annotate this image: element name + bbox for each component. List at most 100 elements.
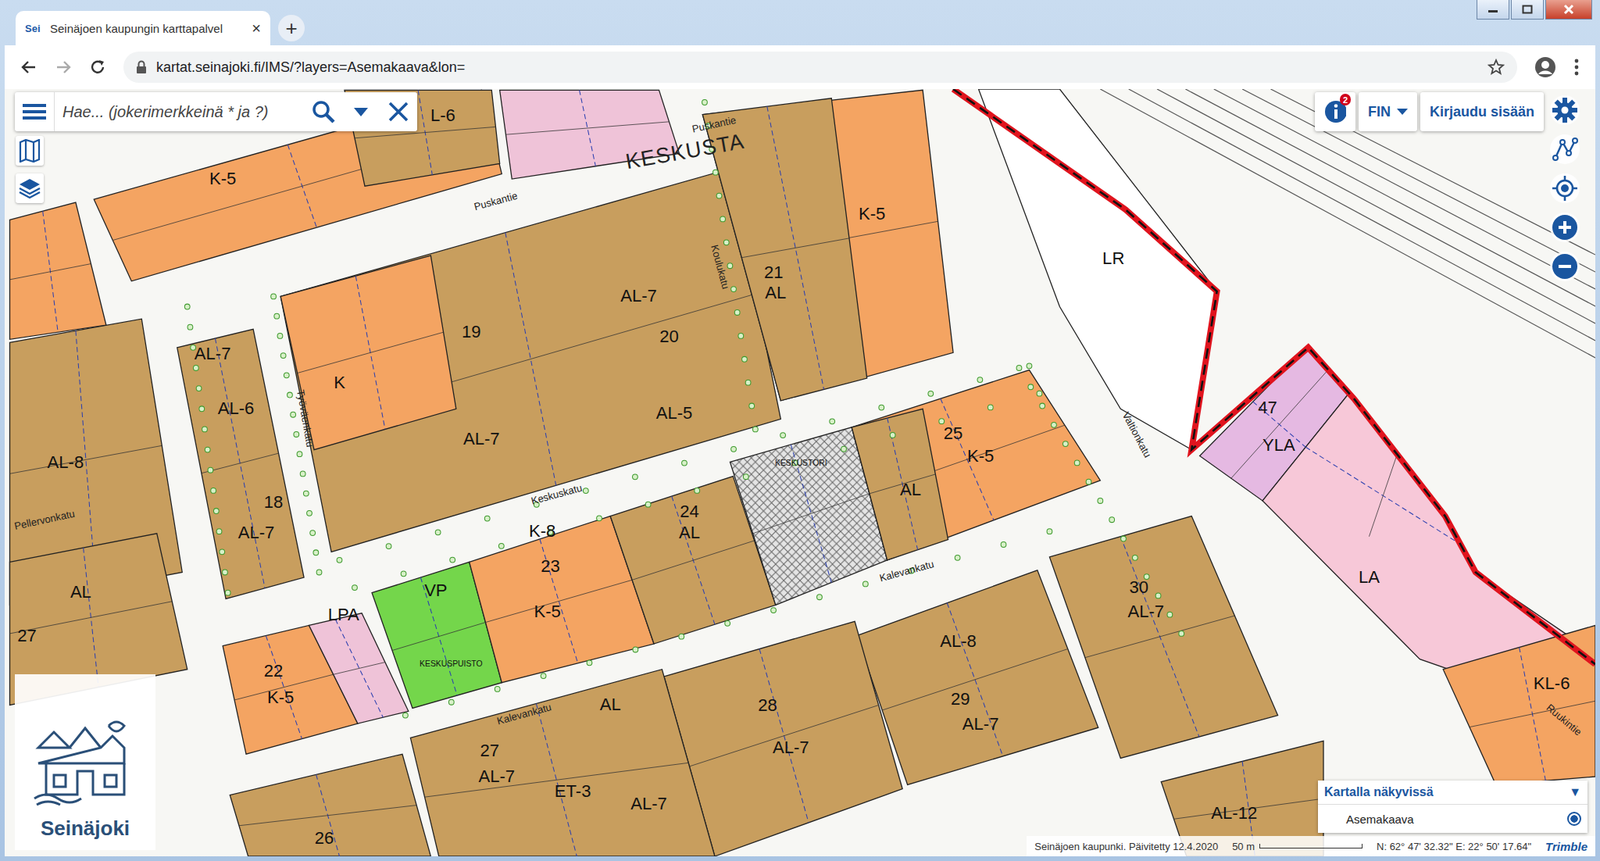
zone-label: AL: [678, 522, 700, 543]
gear-icon[interactable]: [1550, 95, 1580, 125]
menu-dots-icon[interactable]: [1573, 57, 1580, 77]
street-label: Kalevankatu: [496, 700, 554, 727]
profile-icon[interactable]: [1534, 56, 1557, 79]
zone-label: AL: [600, 694, 622, 715]
search-icon[interactable]: [304, 92, 343, 132]
tab-close[interactable]: ×: [251, 19, 261, 38]
info-button[interactable]: 2: [1314, 92, 1356, 132]
right-tools: [1550, 95, 1580, 282]
zone-label: AL-7: [620, 285, 658, 306]
map-view[interactable]: AL-8K-5L-619AL-7AL-720AL-5KK-521ALAL-7AL…: [4, 89, 1596, 857]
info-badge: 2: [1339, 93, 1351, 106]
hamburger-icon[interactable]: [14, 92, 55, 132]
street-label: Keskuskatu: [529, 482, 584, 508]
zone-label: AL-7: [238, 522, 275, 543]
layers-header[interactable]: Kartalla näkyvissä▼: [1317, 780, 1588, 805]
street-label: Puskantie: [472, 189, 519, 213]
zone-label: K-5: [858, 203, 886, 224]
zone-label: AL-7: [630, 793, 668, 814]
zoning-block[interactable]: [9, 202, 106, 340]
zone-label: YLA: [1262, 435, 1296, 455]
zone-label: 47: [1257, 396, 1278, 417]
city-logo: Seinäjoki: [14, 674, 156, 850]
street-label: Valtionkatu: [1120, 410, 1154, 460]
zoning-block[interactable]: [857, 570, 1099, 786]
clear-icon[interactable]: [379, 92, 418, 132]
layers-caret[interactable]: ▼: [1568, 785, 1582, 800]
zoning-block[interactable]: [229, 753, 431, 857]
zoning-block[interactable]: [410, 669, 715, 857]
zone-label: AL-7: [962, 714, 1000, 734]
zone-label: AL-8: [47, 452, 85, 472]
new-tab-button[interactable]: +: [278, 14, 305, 42]
zone-label: K-8: [528, 521, 556, 541]
dropdown-icon[interactable]: [342, 92, 380, 132]
street-label: Puskantie: [691, 114, 738, 136]
zoom-out-icon[interactable]: [1550, 251, 1580, 282]
language-label: FIN: [1367, 103, 1391, 121]
visibility-toggle-icon[interactable]: [1567, 811, 1582, 826]
tab-favicon: Sei: [25, 22, 43, 35]
zone-label: K-5: [209, 168, 236, 189]
close-window-icon[interactable]: [1545, 0, 1593, 20]
reload-icon[interactable]: [89, 58, 107, 76]
zone-label: 28: [757, 695, 778, 715]
street-label: Ruukintie: [1544, 701, 1585, 739]
zone-label: 26: [314, 828, 335, 848]
forward-icon[interactable]: [54, 58, 72, 76]
zone-label: 25: [943, 423, 964, 443]
street-label: Pellervonkatu: [13, 507, 76, 533]
logo-text: Seinäjoki: [40, 816, 130, 841]
zone-label: KESKUSPUISTO: [419, 659, 483, 668]
zone-label: AL: [70, 582, 92, 602]
basemap-icon[interactable]: [15, 135, 44, 166]
zoning-block[interactable]: [177, 328, 304, 599]
zone-label: ET-3: [554, 781, 592, 801]
top-right-bar: 2 FIN Kirjaudu sisään: [1314, 92, 1544, 132]
zone-label: AL-12: [1210, 803, 1258, 823]
zoning-block[interactable]: [978, 89, 1218, 450]
zoning-block[interactable]: [851, 408, 948, 561]
street-label: Kalevankatu: [878, 557, 936, 584]
maximize-icon[interactable]: [1510, 0, 1544, 20]
language-select[interactable]: FIN: [1358, 92, 1418, 132]
zone-label: AL: [900, 479, 922, 500]
zone-label: VP: [424, 579, 447, 600]
district-label: KESKUSTA: [624, 128, 747, 175]
zone-label: AL-7: [478, 765, 515, 786]
minimize-icon[interactable]: [1476, 0, 1510, 20]
layers-panel: Kartalla näkyvissä▼ Asemakaava: [1317, 780, 1588, 833]
zone-label: 27: [17, 625, 37, 646]
zoning-map[interactable]: AL-8K-5L-619AL-7AL-720AL-5KK-521ALAL-7AL…: [4, 89, 1596, 857]
login-button[interactable]: Kirjaudu sisään: [1420, 92, 1544, 132]
browser-tab[interactable]: Sei Seinäjoen kaupungin karttapalvel ×: [15, 10, 271, 46]
zoom-in-icon[interactable]: [1550, 212, 1580, 243]
zone-label: AL-7: [194, 343, 232, 364]
lock-icon: [135, 60, 147, 75]
city-skyline-icon: [30, 716, 140, 811]
zone-label: KL-6: [1533, 672, 1571, 693]
back-icon[interactable]: [20, 58, 38, 76]
zone-label: LR: [1102, 248, 1125, 268]
locate-icon[interactable]: [1550, 173, 1580, 204]
zone-label: AL-6: [217, 398, 255, 418]
search-input[interactable]: [54, 92, 305, 132]
url-field[interactable]: kartat.seinajoki.fi/IMS/?layers=Asemakaa…: [123, 51, 1518, 83]
zoning-block[interactable]: [280, 255, 457, 450]
zone-label: AL: [764, 282, 786, 303]
zoning-block[interactable]: [851, 370, 1100, 561]
zone-label: 24: [679, 501, 700, 522]
url-text: kartat.seinajoki.fi/IMS/?layers=Asemakaa…: [156, 59, 1479, 76]
layers-icon[interactable]: [15, 173, 44, 204]
search-bar: [14, 92, 418, 132]
measure-icon[interactable]: [1550, 134, 1580, 165]
star-icon[interactable]: [1487, 58, 1505, 76]
street-label: Koulukatu: [708, 243, 732, 291]
brand-label: Trimble: [1545, 839, 1588, 854]
left-tools: [15, 135, 44, 204]
zone-label: AL-7: [1127, 601, 1165, 622]
layer-item[interactable]: Asemakaava: [1317, 804, 1588, 833]
zone-label: 30: [1128, 577, 1149, 597]
zone-label: AL-5: [656, 403, 693, 423]
zone-label: AL-7: [463, 428, 500, 449]
